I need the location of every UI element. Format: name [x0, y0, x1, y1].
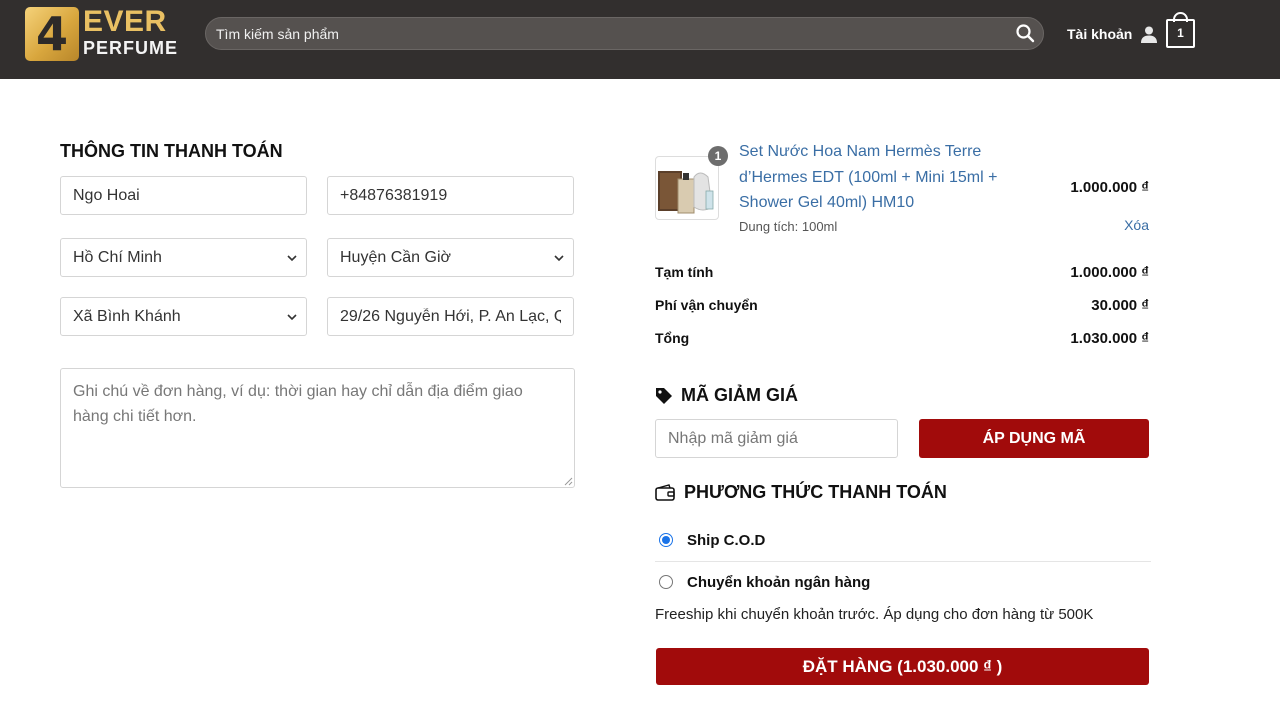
bank-transfer-radio[interactable]	[659, 575, 673, 589]
chevron-down-icon	[287, 255, 297, 262]
search-input[interactable]	[216, 18, 996, 49]
address-input[interactable]	[340, 308, 561, 326]
product-thumbnail[interactable]	[655, 156, 719, 220]
coupon-title: MÃ GIẢM GIÁ	[681, 385, 798, 405]
name-input[interactable]	[73, 187, 294, 205]
coupon-section-title: MÃ GIẢM GIÁ	[655, 385, 798, 406]
product-name-link[interactable]: Set Nước Hoa Nam Hermès Terre d’Hermes E…	[739, 139, 1039, 216]
ward-value: Xã Bình Khánh	[73, 308, 181, 325]
billing-title: THÔNG TIN THANH TOÁN	[60, 141, 283, 161]
site-logo[interactable]: 4 EVER PERFUME	[25, 7, 177, 61]
place-order-button[interactable]: ĐẶT HÀNG (1.030.000 ₫ )	[656, 648, 1149, 685]
perfume-set-image	[658, 171, 714, 214]
resize-grip-icon[interactable]	[563, 476, 573, 486]
district-select[interactable]: Huyện Cần Giờ	[327, 238, 574, 277]
province-select[interactable]: Hồ Chí Minh	[60, 238, 307, 277]
subtotal-label: Tạm tính	[655, 264, 714, 280]
cod-label: Ship C.O.D	[687, 532, 766, 549]
ward-select[interactable]: Xã Bình Khánh	[60, 297, 307, 336]
search-icon[interactable]	[1015, 23, 1035, 43]
payment-option-bank[interactable]: Chuyển khoản ngân hàng	[655, 571, 1151, 595]
account-link[interactable]: Tài khoản	[1067, 24, 1158, 44]
shipping-value: 30.000 ₫	[1091, 297, 1149, 314]
chevron-down-icon	[554, 255, 564, 262]
shipping-row: Phí vận chuyển 30.000 ₫	[655, 297, 1149, 317]
account-label: Tài khoản	[1067, 26, 1133, 42]
site-header: 4 EVER PERFUME Tài khoản 1	[0, 0, 1280, 79]
product-price: 1.000.000 ₫	[1070, 179, 1149, 196]
payment-title: PHƯƠNG THỨC THANH TOÁN	[684, 482, 947, 502]
logo-text-ever: EVER	[83, 5, 167, 38]
logo-text-perfume: PERFUME	[83, 38, 179, 58]
payment-section-title: PHƯƠNG THỨC THANH TOÁN	[655, 482, 947, 503]
coupon-input[interactable]	[655, 419, 898, 458]
phone-field[interactable]	[327, 176, 574, 215]
total-value: 1.030.000 ₫	[1070, 330, 1149, 347]
district-value: Huyện Cần Giờ	[340, 249, 451, 266]
subtotal-row: Tạm tính 1.000.000 ₫	[655, 264, 1149, 284]
order-notes-textarea[interactable]	[60, 368, 575, 488]
payment-divider	[655, 561, 1151, 562]
wallet-icon	[655, 483, 675, 501]
payment-option-cod[interactable]: Ship C.O.D	[655, 529, 1151, 553]
name-field[interactable]	[60, 176, 307, 215]
phone-input[interactable]	[340, 187, 561, 205]
total-row: Tổng 1.030.000 ₫	[655, 330, 1149, 350]
remove-item-link[interactable]: Xóa	[1124, 217, 1149, 233]
address-field[interactable]	[327, 297, 574, 336]
product-variant: Dung tích: 100ml	[739, 219, 838, 234]
tag-icon	[656, 387, 672, 404]
logo-number: 4	[35, 7, 68, 61]
apply-coupon-button[interactable]: ÁP DỤNG MÃ	[919, 419, 1149, 458]
logo-badge: 4	[25, 7, 79, 61]
search-bar	[205, 17, 1044, 50]
cod-radio[interactable]	[659, 533, 673, 547]
quantity-badge: 1	[708, 146, 728, 166]
payment-note: Freeship khi chuyển khoản trước. Áp dụng…	[655, 606, 1094, 623]
cart-count: 1	[1166, 19, 1195, 48]
user-icon	[1141, 26, 1158, 43]
cart-button[interactable]: 1	[1166, 12, 1195, 48]
bank-transfer-label: Chuyển khoản ngân hàng	[687, 574, 871, 591]
subtotal-value: 1.000.000 ₫	[1070, 264, 1149, 281]
province-value: Hồ Chí Minh	[73, 249, 162, 266]
shipping-label: Phí vận chuyển	[655, 297, 758, 313]
chevron-down-icon	[287, 314, 297, 321]
total-label: Tổng	[655, 330, 690, 346]
